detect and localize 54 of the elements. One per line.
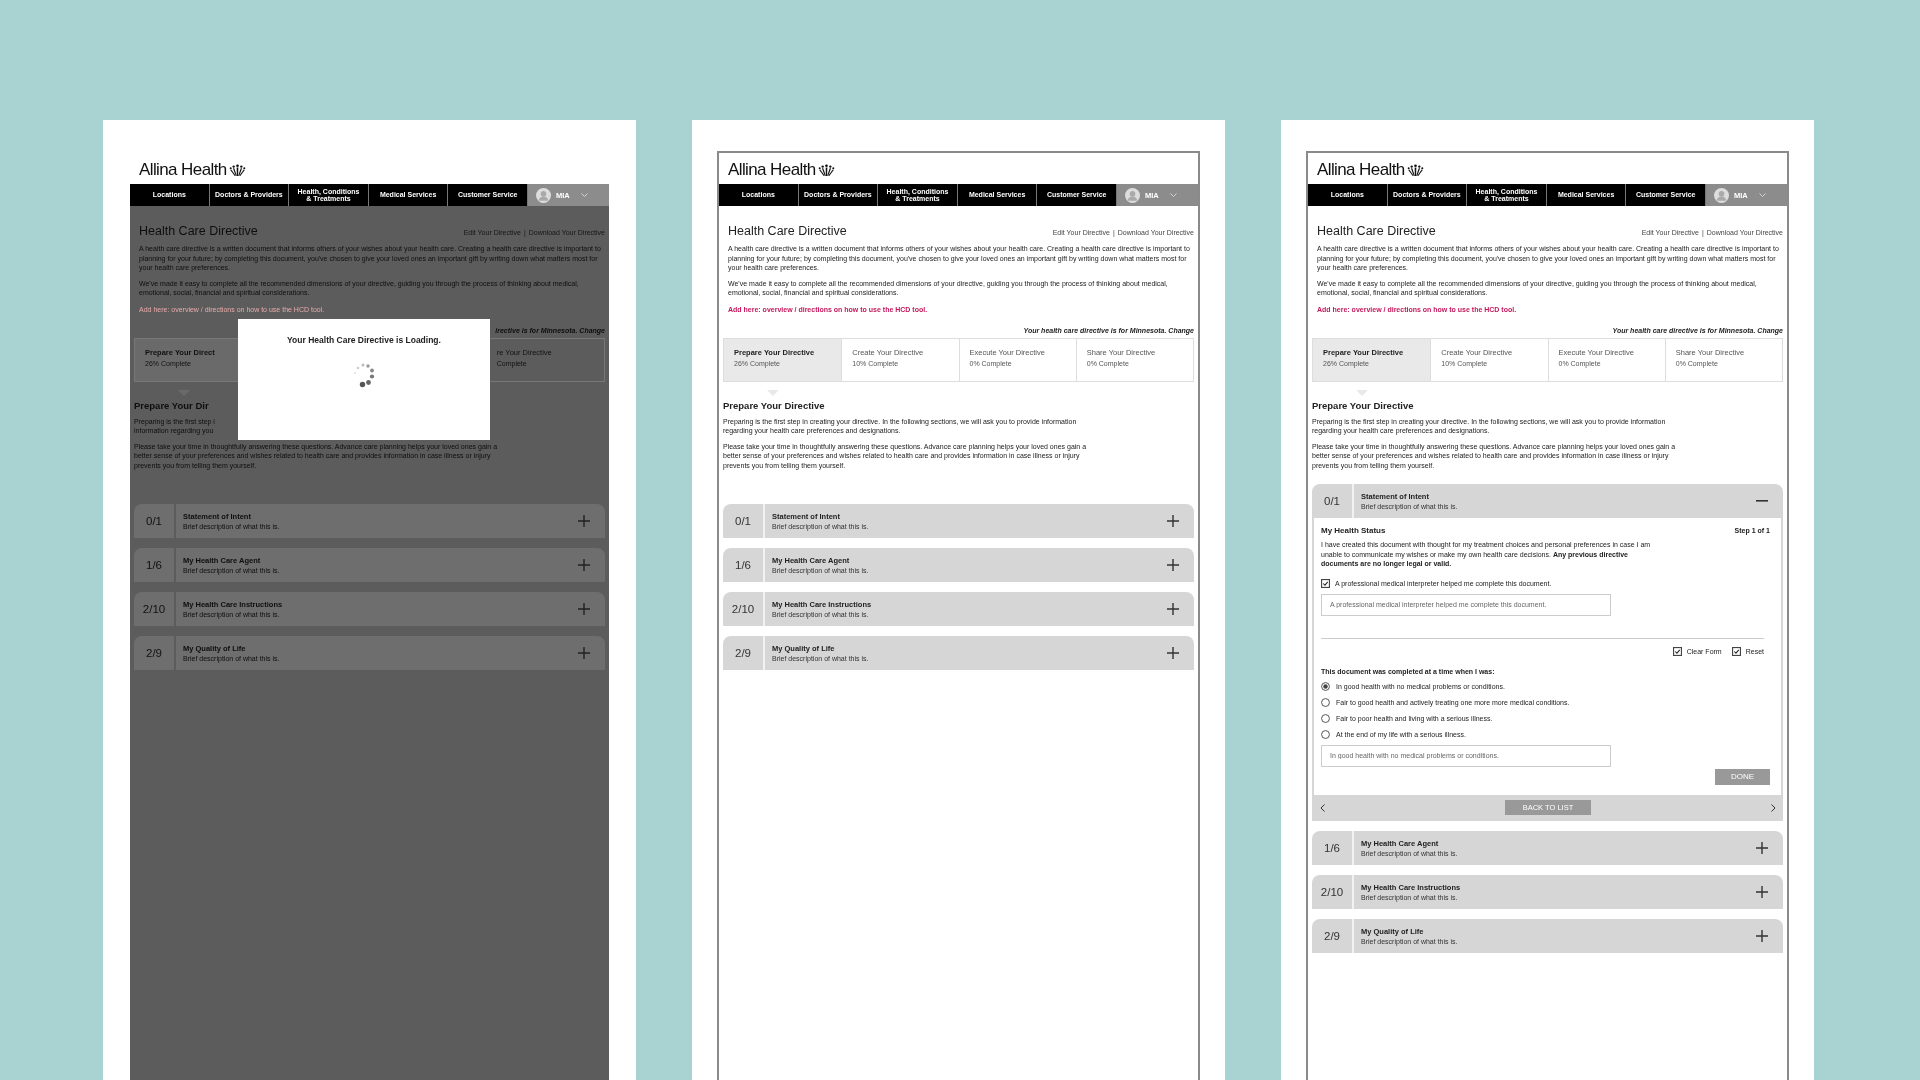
chevron-down-icon: [1758, 193, 1766, 197]
page-title: Health Care Directive: [728, 224, 847, 238]
plus-icon[interactable]: [578, 559, 590, 571]
brand-name: Allina Health: [139, 159, 227, 180]
step-count: 0/1: [723, 504, 765, 538]
checkbox[interactable]: [1731, 646, 1741, 656]
step-count: 2/10: [1312, 874, 1354, 909]
step-count: 0/1: [1312, 484, 1354, 518]
avatar-icon: [1125, 187, 1140, 203]
plus-icon[interactable]: [1756, 885, 1768, 898]
minus-icon[interactable]: [1756, 500, 1768, 502]
chevron-down-icon: [1169, 193, 1177, 197]
step-count: 2/9: [1312, 918, 1354, 953]
plus-icon[interactable]: [1167, 515, 1179, 527]
logo-icon: [228, 162, 246, 177]
section-title: Prepare Your Dir: [134, 399, 210, 411]
logo-icon: [1406, 162, 1424, 177]
step-count: 0/1: [134, 504, 176, 538]
plus-icon[interactable]: [578, 515, 590, 527]
radio-button[interactable]: [1321, 681, 1330, 691]
chevron-left-icon[interactable]: [1320, 803, 1325, 812]
plus-icon[interactable]: [578, 647, 590, 659]
page-title: Health Care Directive: [1317, 224, 1436, 238]
radio-button[interactable]: [1321, 713, 1330, 723]
plus-icon[interactable]: [578, 603, 590, 615]
plus-icon[interactable]: [1756, 929, 1768, 942]
step-count: 2/9: [134, 636, 176, 670]
brand-name: Allina Health: [728, 159, 816, 180]
plus-icon[interactable]: [1167, 603, 1179, 615]
section-title: Prepare Your Directive: [1312, 399, 1415, 411]
section-title: Prepare Your Directive: [723, 399, 826, 411]
avatar-icon: [536, 187, 551, 203]
spinner-icon: [351, 362, 377, 389]
chevron-down-icon: [580, 193, 588, 197]
step-count: 2/10: [723, 592, 765, 626]
step-count: 1/6: [134, 548, 176, 582]
avatar-icon: [1714, 187, 1729, 203]
radio-button[interactable]: [1321, 697, 1330, 707]
brand-name: Allina Health: [1317, 159, 1405, 180]
page-title: Health Care Directive: [139, 224, 258, 238]
step-count: 2/9: [723, 636, 765, 670]
chevron-right-icon[interactable]: [1771, 803, 1776, 812]
plus-icon[interactable]: [1167, 559, 1179, 571]
checkbox[interactable]: [1321, 578, 1330, 588]
radio-button[interactable]: [1321, 729, 1330, 739]
dialog-title: Your Health Care Directive is Loading.: [287, 334, 441, 345]
plus-icon[interactable]: [1756, 841, 1768, 854]
logo-icon: [817, 162, 835, 177]
checkbox[interactable]: [1672, 646, 1682, 656]
step-count: 2/10: [134, 592, 176, 626]
step-count: 1/6: [1312, 830, 1354, 865]
step-count: 1/6: [723, 548, 765, 582]
plus-icon[interactable]: [1167, 647, 1179, 659]
form-title: My Health Status: [1321, 526, 1386, 535]
